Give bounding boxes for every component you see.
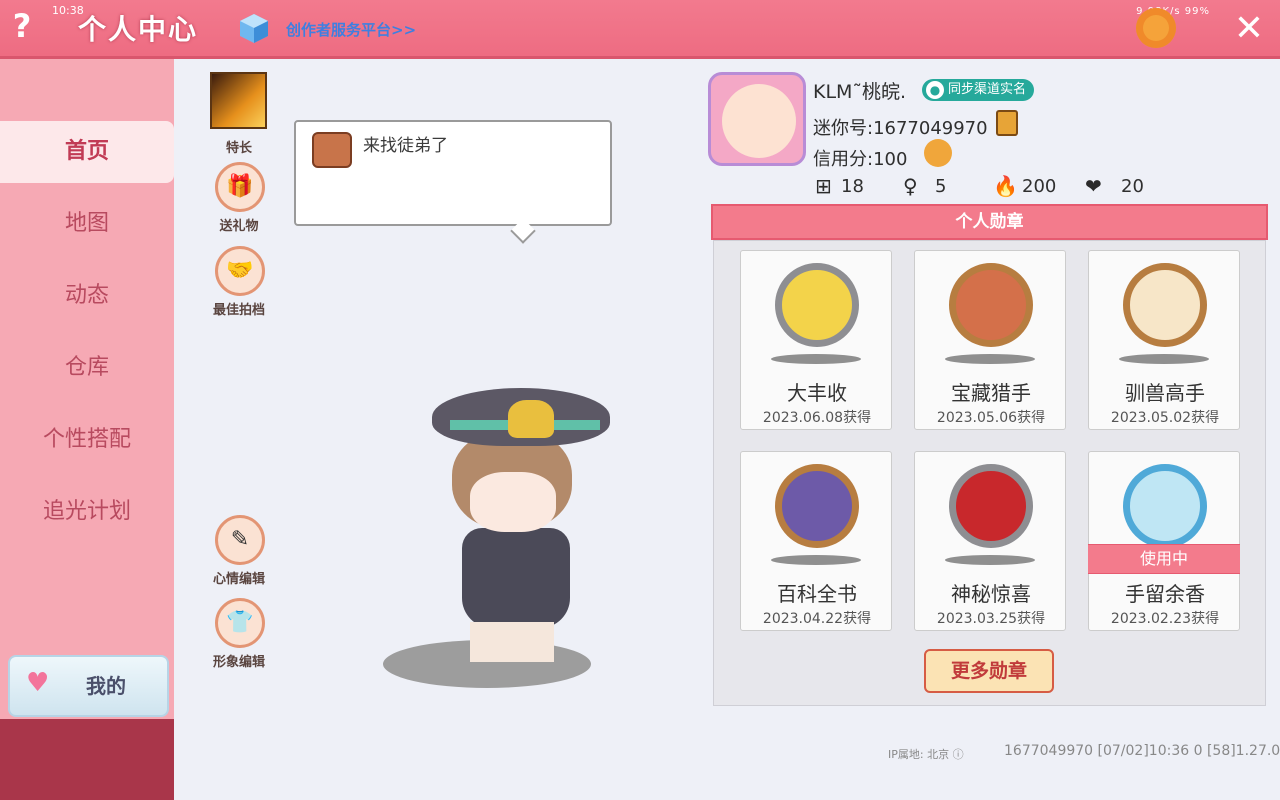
heart-icon: ❤: [1085, 174, 1102, 198]
avatar-portrait: [722, 84, 796, 158]
best-partner-label: 最佳拍档: [212, 303, 265, 318]
sidebar-footer: [0, 719, 174, 800]
medal-date: 2023.02.23获得: [1110, 611, 1220, 627]
medal-shadow: [771, 555, 861, 565]
medal-card[interactable]: 大丰收 2023.06.08获得: [740, 250, 892, 430]
gift-label: 送礼物: [219, 219, 259, 234]
help-button[interactable]: ?: [4, 8, 40, 44]
settings-gear-icon[interactable]: [1136, 8, 1176, 48]
medal-date: 2023.06.08获得: [762, 410, 872, 426]
copy-icon[interactable]: [996, 110, 1018, 136]
cube-icon: [240, 14, 268, 43]
plus-square-icon: ⊞: [815, 174, 832, 198]
mood-edit-label: 心情编辑: [212, 572, 265, 587]
stat-friends: 18: [841, 176, 864, 197]
medals-header: 个人勋章: [711, 204, 1268, 240]
lingering-fragrance-medal-icon: [1123, 464, 1207, 548]
harvest-medal-icon: [775, 263, 859, 347]
stat-popularity: 200: [1022, 176, 1057, 197]
appearance-edit-label: 形象编辑: [212, 655, 265, 670]
skill-label: 特长: [225, 141, 252, 156]
beast-tamer-medal-icon: [1123, 263, 1207, 347]
medal-shadow: [1119, 354, 1209, 364]
medal-card[interactable]: 百科全书 2023.04.22获得: [740, 451, 892, 631]
nav-maps[interactable]: 地图: [0, 193, 174, 255]
medal-name: 大丰收: [787, 381, 847, 405]
username: KLM˜桃皖.: [813, 81, 906, 103]
edit-mood-icon[interactable]: ✎: [215, 515, 265, 565]
footer-info: 1677049970 [07/02]10:36 0 [58]1.27.0: [1004, 743, 1280, 759]
stat-followers: 5: [935, 176, 947, 197]
medal-card[interactable]: 宝藏猎手 2023.05.06获得: [914, 250, 1066, 430]
nav-activity[interactable]: 动态: [0, 265, 174, 327]
creator-platform-link[interactable]: 创作者服务平台>>: [286, 19, 416, 40]
info-icon[interactable]: ⓘ: [953, 748, 964, 761]
heart-icon: ♥: [26, 668, 50, 698]
handshake-icon[interactable]: 🤝: [215, 246, 265, 296]
nav-home[interactable]: 首页: [0, 121, 174, 183]
mood-face-icon: [312, 132, 352, 168]
avatar-legs: [470, 622, 554, 662]
sidebar: 首页 地图 动态 仓库 个性搭配 追光计划: [0, 59, 174, 719]
medal-card[interactable]: 手留余香 2023.02.23获得: [1088, 451, 1240, 631]
outfit-icon[interactable]: 👕: [215, 598, 265, 648]
credit-user-icon[interactable]: [924, 139, 952, 167]
stat-likes: 20: [1121, 176, 1144, 197]
medal-date: 2023.05.02获得: [1110, 410, 1220, 426]
medal-name: 驯兽高手: [1125, 381, 1205, 405]
battery-level: 99%: [1184, 6, 1210, 17]
flame-icon: 🔥: [993, 174, 1018, 198]
nav-personal-outfit[interactable]: 个性搭配: [0, 409, 174, 471]
medal-shadow: [771, 354, 861, 364]
nav-light-chasing-plan[interactable]: 追光计划: [0, 481, 174, 543]
encyclopedia-medal-icon: [775, 464, 859, 548]
mystery-gift-medal-icon: [949, 464, 1033, 548]
mood-text: 来找徒弟了: [363, 136, 448, 156]
treasure-chest-medal-icon: [949, 263, 1033, 347]
medal-card[interactable]: 神秘惊喜 2023.03.25获得: [914, 451, 1066, 631]
person-icon: ●: [926, 81, 944, 99]
avatar-hat-emblem: [508, 400, 554, 438]
ip-location: IP属地: 北京 ⓘ: [888, 746, 964, 762]
ip-location-text: IP属地: 北京: [888, 748, 950, 761]
medal-name: 手留余香: [1125, 582, 1205, 606]
medal-name: 宝藏猎手: [951, 381, 1031, 405]
medal-date: 2023.03.25获得: [936, 611, 1046, 627]
medal-shadow: [945, 354, 1035, 364]
mine-label: 我的: [86, 674, 126, 698]
credit-score: 信用分:100: [813, 149, 908, 170]
medal-shadow: [945, 555, 1035, 565]
more-medals-button[interactable]: 更多勋章: [924, 649, 1054, 693]
skill-icon[interactable]: [210, 72, 267, 129]
close-button[interactable]: ✕: [1230, 10, 1268, 48]
nav-warehouse[interactable]: 仓库: [0, 337, 174, 399]
medal-name: 神秘惊喜: [951, 582, 1031, 606]
avatar-body: [462, 528, 570, 628]
gift-icon[interactable]: 🎁: [215, 162, 265, 212]
in-use-badge: 使用中: [1088, 544, 1240, 574]
page-title: 个人中心: [78, 13, 199, 46]
medal-date: 2023.04.22获得: [762, 611, 872, 627]
medal-name: 百科全书: [777, 582, 857, 606]
person-cheer-icon: ♀: [903, 174, 918, 198]
mini-id: 迷你号:1677049970: [813, 118, 988, 139]
avatar-face: [470, 472, 556, 532]
medal-card[interactable]: 驯兽高手 2023.05.02获得: [1088, 250, 1240, 430]
medal-date: 2023.05.06获得: [936, 410, 1046, 426]
